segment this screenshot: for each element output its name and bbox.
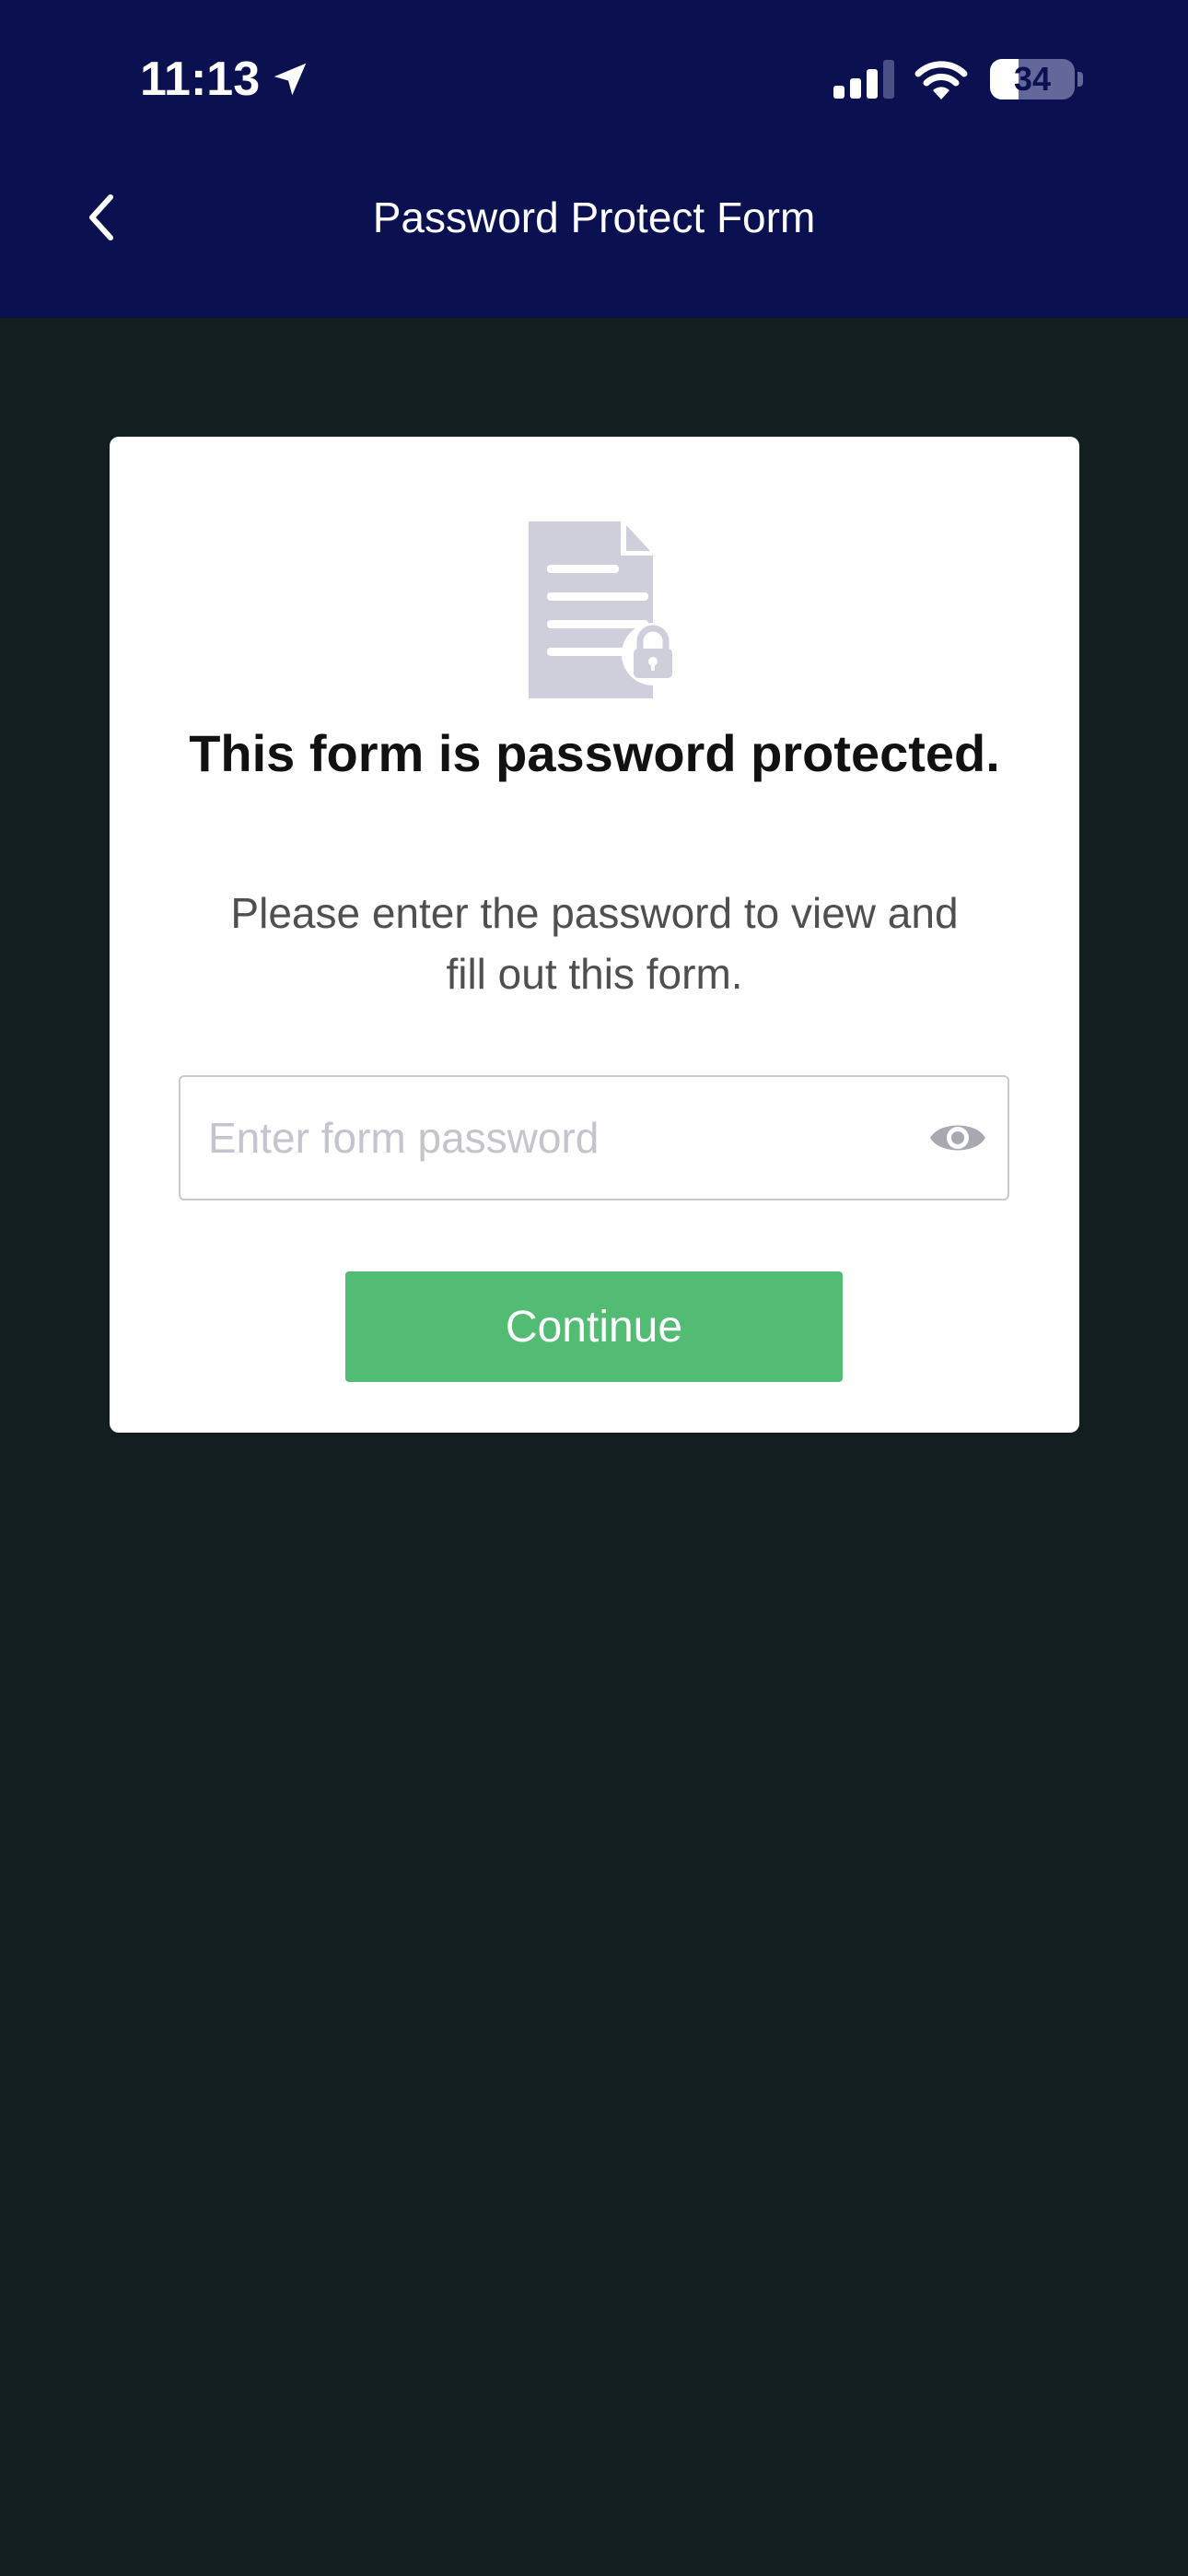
battery-cap (1077, 72, 1083, 87)
app-header: 11:13 34 Password Protect Form (0, 0, 1188, 318)
password-protect-card: This form is password protected. Please … (110, 437, 1079, 1433)
password-input[interactable] (181, 1077, 928, 1199)
continue-button[interactable]: Continue (345, 1271, 843, 1382)
status-bar-time: 11:13 (140, 52, 311, 107)
cellular-signal-icon (833, 60, 894, 99)
password-field (179, 1075, 1009, 1200)
protected-form-instructions: Please enter the password to view and fi… (230, 889, 959, 998)
locked-document-icon (529, 521, 684, 698)
battery-indicator: 34 (990, 59, 1075, 100)
protected-form-heading: This form is password protected. (189, 724, 1000, 782)
battery-percent: 34 (1013, 60, 1052, 98)
wifi-icon (914, 61, 968, 100)
page-title: Password Protect Form (372, 193, 816, 241)
status-time-label: 11:13 (140, 53, 261, 106)
status-bar-indicators: 34 (833, 55, 1083, 103)
location-arrow-icon (274, 63, 307, 96)
eye-icon[interactable] (928, 1118, 987, 1158)
